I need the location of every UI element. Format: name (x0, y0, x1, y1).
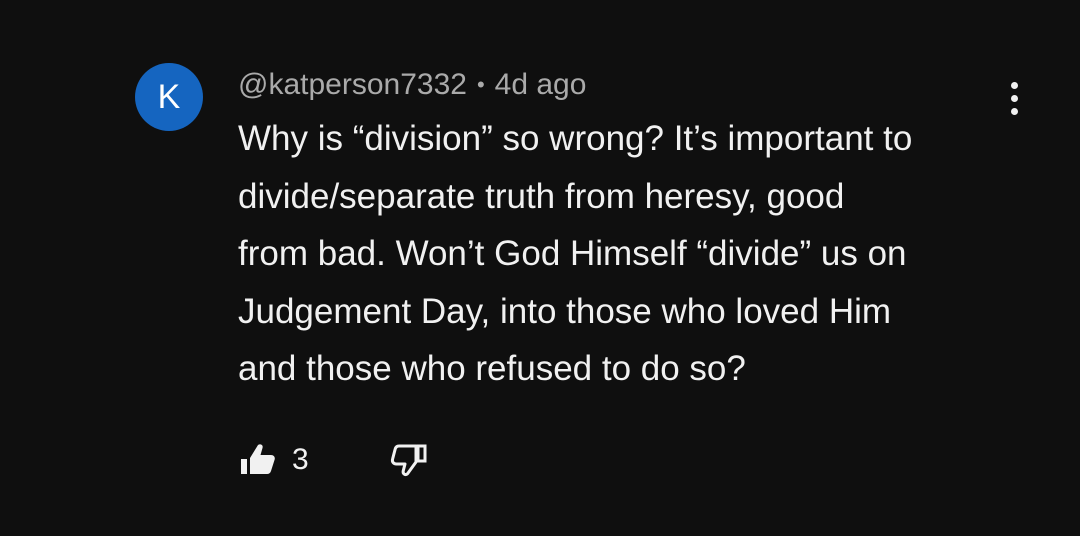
thumbs-up-icon (241, 444, 275, 474)
dislike-button[interactable] (389, 440, 429, 480)
comment-body: Why is “division” so wrong? It’s importa… (238, 110, 1018, 398)
comment-header: @katperson7332 • 4d ago (238, 66, 586, 104)
thumbs-down-icon (390, 444, 427, 476)
comment-line: divide/separate truth from heresy, good (238, 176, 845, 216)
comment-actions: 3 (238, 436, 429, 484)
comment-line: from bad. Won’t God Himself “divide” us … (238, 234, 907, 273)
more-vertical-icon-dot (1010, 94, 1018, 102)
comment-thread: K @katperson7332 • 4d ago Why is “divisi… (0, 0, 1080, 536)
header-separator: • (476, 72, 485, 97)
comment-line: and those who refused to do so? (238, 349, 746, 388)
more-vertical-icon (1010, 81, 1018, 89)
avatar-letter: K (157, 78, 181, 116)
like-button[interactable]: 3 (238, 440, 309, 480)
comment-timestamp[interactable]: 4d ago (495, 68, 587, 102)
like-count: 3 (292, 443, 309, 476)
author-handle[interactable]: @katperson7332 (238, 68, 467, 102)
avatar[interactable]: K (135, 63, 203, 131)
comment-line: Judgement Day, into those who loved Him (238, 291, 892, 331)
comment-line: Why is “division” so wrong? It’s importa… (238, 119, 913, 158)
